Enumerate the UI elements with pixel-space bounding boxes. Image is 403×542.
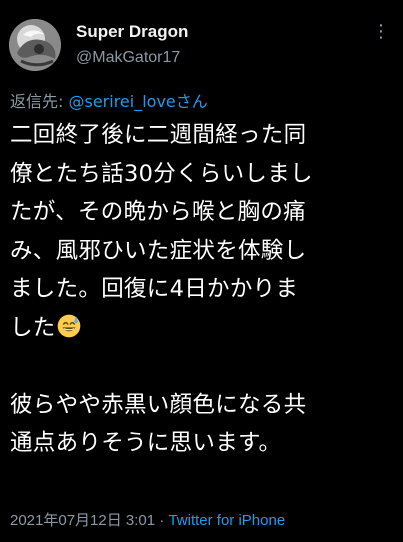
sweat-smile-emoji-icon [57,314,80,337]
tweet-text-line-with-emoji: した [10,309,400,348]
meta-separator: · [155,512,169,529]
tweet-header: Super Dragon @MakGator17 ⋮ [0,0,403,80]
tweet-text-line: 僚とたち話30分くらいしまし [10,160,313,187]
tweet-text-fragment: した [10,314,56,341]
tweet-text-line: 通点ありそうに思います。 [10,430,282,456]
tweet-text-line: 彼らやや赤黒い顔色になる共 [10,391,307,418]
reply-to-user-link[interactable]: @serirei_loveさん [68,92,207,111]
tweet-timestamp[interactable]: 2021年07月12日 3:01 [10,512,155,529]
tweet-text: 二回終了後に二週間経った同 僚とたち話30分くらいしまし たが、その晩から喉と胸… [10,116,400,463]
tweet-source-link[interactable]: Twitter for iPhone [168,512,285,529]
reply-to-line: 返信先: @serirei_loveさん [10,88,208,112]
display-name[interactable]: Super Dragon [76,22,188,42]
avatar-image [9,19,61,71]
tweet-text-line: 二回終了後に二週間経った同 [10,122,307,148]
tweet-meta: 2021年07月12日 3:01 · Twitter for iPhone [10,509,285,530]
tweet-text-line: み、風邪ひいた症状を体験し [10,237,307,264]
reply-prefix: 返信先: [10,92,69,111]
tweet-text-line: ました。回復に4日かかりま [10,276,299,302]
tweet-text-line: たが、その晩から喉と胸の痛 [10,199,306,225]
more-vertical-icon[interactable]: ⋮ [371,22,391,42]
user-handle[interactable]: @MakGator17 [76,49,180,67]
avatar[interactable] [9,19,61,71]
